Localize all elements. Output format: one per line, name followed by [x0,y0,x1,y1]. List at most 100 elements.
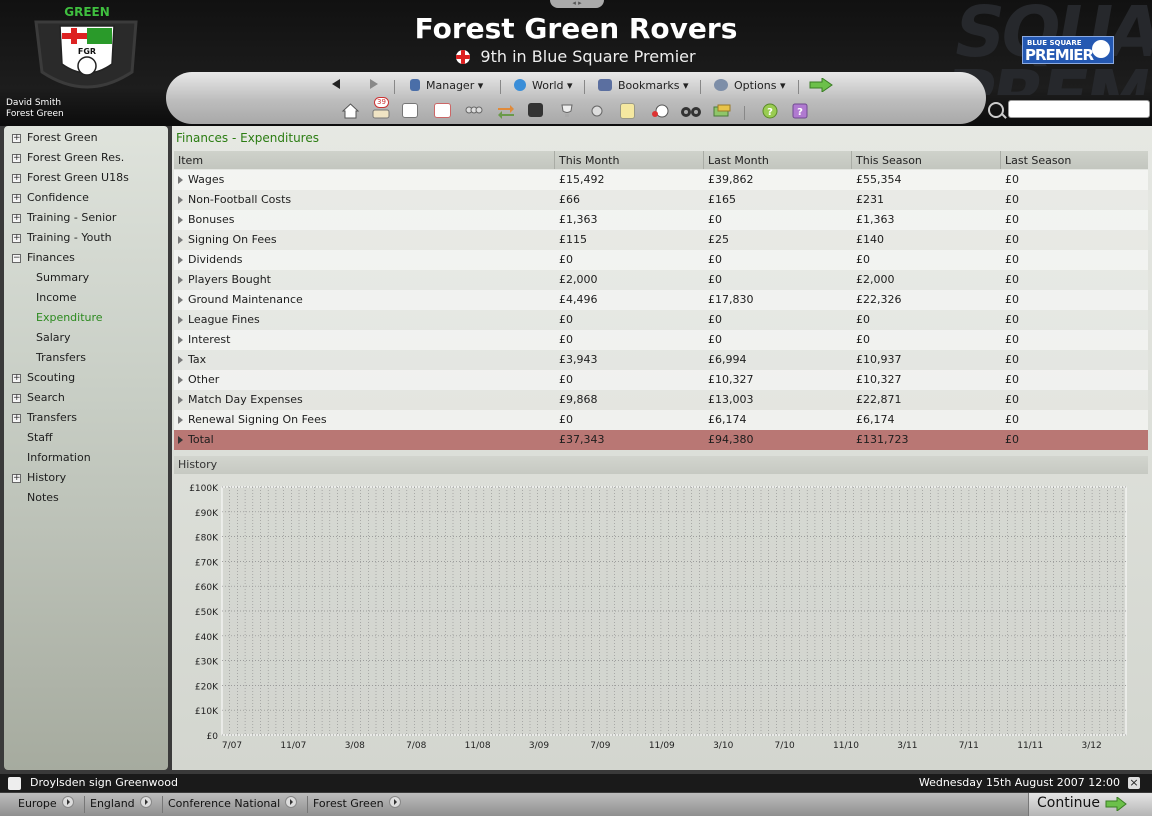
column-header[interactable]: Last Month [703,151,851,169]
expand-row-icon[interactable] [178,256,183,264]
breadcrumb-item[interactable]: Conference National [168,793,298,816]
tactics-button[interactable] [528,103,543,117]
table-row[interactable]: Wages £15,492 £39,862 £55,354 £0 [174,170,1148,190]
expand-row-icon[interactable] [178,236,183,244]
manager-menu[interactable]: Manager ▾ [410,78,483,94]
sidebar-item[interactable]: + Search [4,388,168,408]
expand-row-icon[interactable] [178,176,183,184]
sidebar-item[interactable]: + Training - Youth [4,228,168,248]
table-row[interactable]: Signing On Fees £115 £25 £140 £0 [174,230,1148,250]
news-ticker[interactable]: Droylsden sign Greenwood [30,776,178,789]
expand-icon[interactable]: + [12,214,21,223]
bookmarks-menu[interactable]: Bookmarks ▾ [598,78,689,94]
transfers-button[interactable] [496,103,515,119]
sidebar-item[interactable]: + Forest Green U18s [4,168,168,188]
news-button[interactable] [402,103,418,118]
home-button[interactable] [341,103,360,119]
expand-icon[interactable]: + [12,174,21,183]
expand-icon[interactable]: + [12,194,21,203]
sidebar-item[interactable]: Staff [4,428,168,448]
help-button[interactable]: ? [762,103,781,119]
breadcrumb-item[interactable]: Europe [18,793,74,816]
expand-icon[interactable]: + [12,154,21,163]
sidebar-item[interactable]: Expenditure [4,308,168,328]
expand-row-icon[interactable] [178,276,183,284]
expand-row-icon[interactable] [178,416,183,424]
options-menu[interactable]: Options ▾ [714,78,785,94]
expand-row-icon[interactable] [178,336,183,344]
world-menu[interactable]: World ▾ [514,78,573,94]
table-row[interactable]: Dividends £0 £0 £0 £0 [174,250,1148,270]
search-input[interactable] [1008,100,1150,118]
expand-icon[interactable]: + [12,474,21,483]
table-row[interactable]: Ground Maintenance £4,496 £17,830 £22,326 £0 [174,290,1148,310]
breadcrumb-item[interactable]: Forest Green [313,793,401,816]
breadcrumb-item[interactable]: England [90,793,152,816]
expand-row-icon[interactable] [178,396,183,404]
table-row[interactable]: Other £0 £10,327 £10,327 £0 [174,370,1148,390]
collapse-icon[interactable]: − [12,254,21,263]
sidebar-item[interactable]: − Finances [4,248,168,268]
table-row[interactable]: League Fines £0 £0 £0 £0 [174,310,1148,330]
expand-row-icon[interactable] [178,296,183,304]
sidebar-item[interactable]: + Forest Green [4,128,168,148]
go-button[interactable] [809,77,833,94]
table-row[interactable]: Non-Football Costs £66 £165 £231 £0 [174,190,1148,210]
expand-icon[interactable]: + [12,234,21,243]
finances-button[interactable] [712,103,731,119]
scouting-button[interactable] [588,103,607,119]
back-button[interactable] [330,78,342,94]
column-header[interactable]: Item [174,151,554,169]
sidebar-item[interactable]: + Forest Green Res. [4,148,168,168]
forward-button[interactable] [368,78,380,94]
match-button[interactable] [650,103,669,119]
squad-button[interactable] [464,103,483,119]
column-header[interactable]: This Month [554,151,703,169]
expand-icon[interactable]: + [12,414,21,423]
breadcrumb-arrow-icon[interactable] [388,796,401,808]
table-row[interactable]: Interest £0 £0 £0 £0 [174,330,1148,350]
expand-row-icon[interactable] [178,216,183,224]
table-row[interactable]: Tax £3,943 £6,994 £10,937 £0 [174,350,1148,370]
sidebar-item[interactable]: Information [4,448,168,468]
total-row[interactable]: Total £37,343 £94,380 £131,723 £0 [174,430,1148,450]
tutorial-button[interactable]: ? [792,103,811,119]
expand-row-icon[interactable] [178,376,183,384]
continue-button[interactable]: Continue [1028,793,1152,816]
expand-row-icon[interactable] [178,356,183,364]
news-icon[interactable] [8,777,21,790]
sidebar-item[interactable]: + Scouting [4,368,168,388]
expand-icon[interactable]: + [12,394,21,403]
competitions-button[interactable] [558,103,577,119]
search-players-button[interactable] [680,103,701,119]
calendar-button[interactable] [434,103,451,118]
sidebar-item[interactable]: Income [4,288,168,308]
table-row[interactable]: Renewal Signing On Fees £0 £6,174 £6,174 £0 [174,410,1148,430]
sidebar-item[interactable]: Salary [4,328,168,348]
breadcrumb-arrow-icon[interactable] [139,796,152,808]
expand-row-icon[interactable] [178,196,183,204]
expand-icon[interactable]: + [12,134,21,143]
inbox-button[interactable]: 39 [371,97,390,119]
sidebar-item[interactable]: + Transfers [4,408,168,428]
expand-row-icon[interactable] [178,316,183,324]
search-icon[interactable] [988,102,1004,118]
top-grip-handle[interactable]: ◂ ▸ [550,0,604,8]
notes-button[interactable] [620,103,635,119]
sidebar-item[interactable]: Summary [4,268,168,288]
column-header[interactable]: Last Season [1000,151,1148,169]
expand-icon[interactable]: + [12,374,21,383]
sidebar-item[interactable]: + History [4,468,168,488]
breadcrumb-arrow-icon[interactable] [285,796,298,808]
table-row[interactable]: Bonuses £1,363 £0 £1,363 £0 [174,210,1148,230]
table-row[interactable]: Match Day Expenses £9,868 £13,003 £22,871 £0 [174,390,1148,410]
sidebar-item[interactable]: + Confidence [4,188,168,208]
close-icon[interactable]: × [1128,777,1140,789]
sidebar-item[interactable]: + Training - Senior [4,208,168,228]
sidebar-item[interactable]: Transfers [4,348,168,368]
table-row[interactable]: Players Bought £2,000 £0 £2,000 £0 [174,270,1148,290]
sidebar-item[interactable]: Notes [4,488,168,508]
breadcrumb-arrow-icon[interactable] [61,796,74,808]
expand-row-icon[interactable] [178,436,183,444]
column-header[interactable]: This Season [851,151,1000,169]
